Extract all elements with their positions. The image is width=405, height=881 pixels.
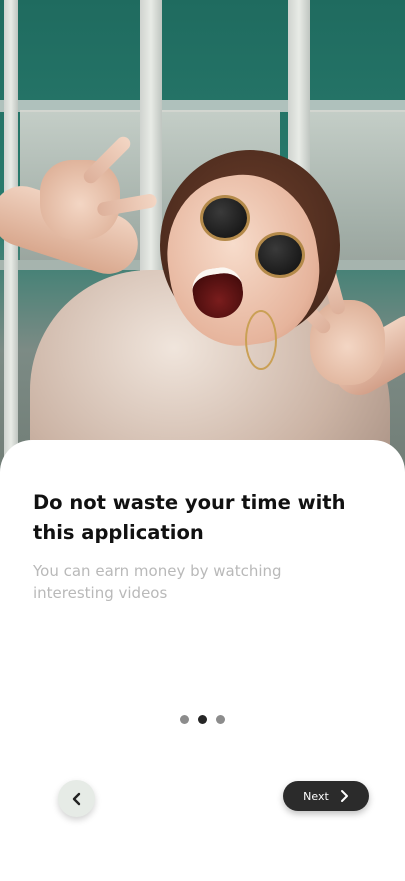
onboarding-subtitle: You can earn money by watching interesti… — [33, 562, 282, 602]
page-dot[interactable] — [180, 715, 189, 724]
photo-detail — [255, 232, 305, 278]
hero-photo — [0, 0, 405, 500]
back-button[interactable] — [58, 780, 95, 817]
chevron-left-icon — [70, 792, 84, 806]
photo-detail — [40, 160, 120, 240]
photo-detail — [245, 310, 277, 370]
page-indicator — [180, 715, 225, 724]
chevron-right-icon — [339, 789, 349, 803]
photo-detail — [200, 195, 250, 241]
photo-detail — [4, 0, 18, 500]
content-card: Do not waste your time with this applica… — [0, 440, 405, 881]
page-dot-active[interactable] — [198, 715, 207, 724]
photo-detail — [310, 300, 385, 385]
next-button[interactable]: Next — [283, 781, 369, 811]
next-button-label: Next — [303, 789, 329, 803]
page-dot[interactable] — [216, 715, 225, 724]
onboarding-screen: Do not waste your time with this applica… — [0, 0, 405, 881]
onboarding-title: Do not waste your time with this applica… — [33, 491, 346, 544]
